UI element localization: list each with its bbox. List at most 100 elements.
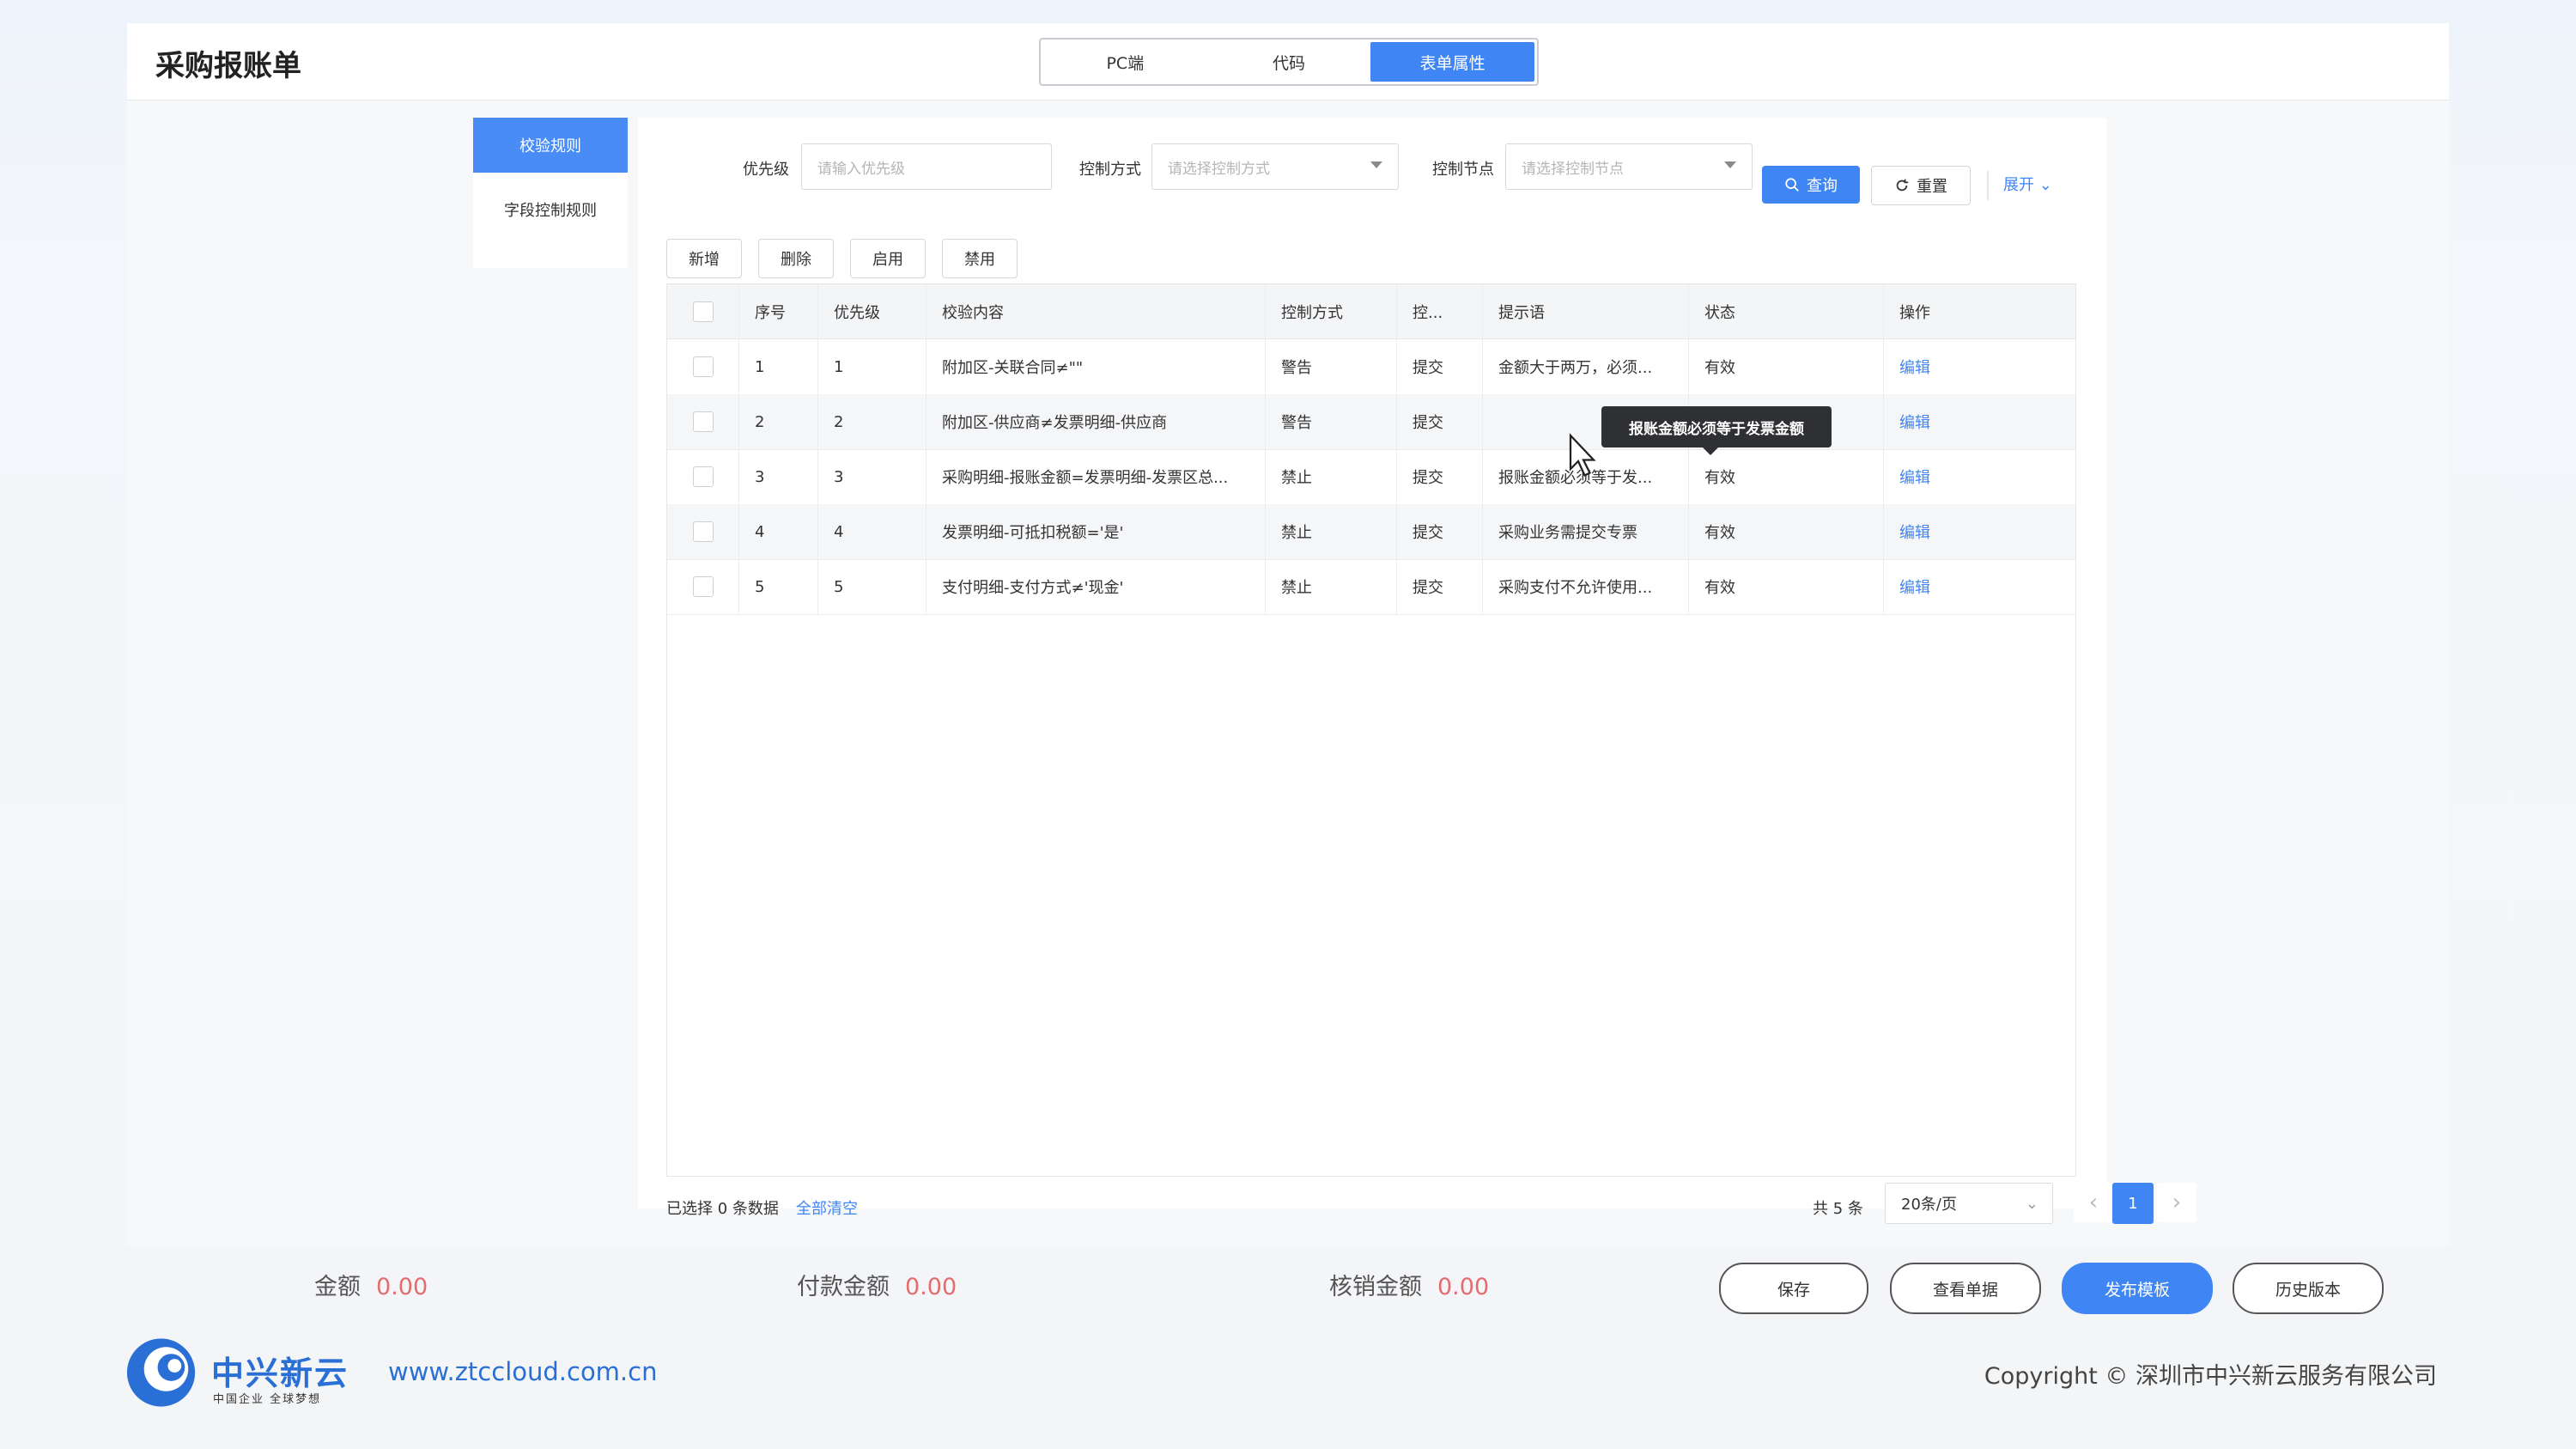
priority-placeholder: 请输入优先级: [817, 160, 905, 178]
page-size-value: 20条/页: [1901, 1196, 1957, 1214]
search-button-label: 查询: [1807, 177, 1838, 195]
publish-template-button[interactable]: 发布模板: [2062, 1263, 2213, 1314]
save-button[interactable]: 保存: [1719, 1263, 1868, 1314]
edit-link[interactable]: 编辑: [1884, 339, 2075, 394]
cell-mode: 禁止: [1266, 559, 1397, 614]
priority-label: 优先级: [743, 161, 789, 179]
history-version-button[interactable]: 历史版本: [2233, 1263, 2384, 1314]
view-document-button[interactable]: 查看单据: [1890, 1263, 2041, 1314]
edit-link[interactable]: 编辑: [1884, 394, 2075, 449]
copyright-text: Copyright © 深圳市中兴新云服务有限公司: [1984, 1363, 2437, 1390]
disable-button[interactable]: 禁用: [942, 239, 1018, 278]
row-select-cell: [667, 339, 739, 394]
cell-content: 发票明细-可抵扣税额='是': [927, 504, 1266, 559]
cell-content: 采购明细-报账金额=发票明细-发票区总...: [927, 449, 1266, 504]
select-all-cell: [667, 284, 739, 339]
reset-button-label: 重置: [1917, 178, 1947, 196]
rules-table: 序号 优先级 校验内容 控制方式 控... 提示语 状态 操作 1 1 附加区-…: [666, 283, 2076, 1177]
column-header-mode: 控制方式: [1266, 284, 1397, 339]
row-checkbox[interactable]: [692, 411, 714, 432]
cell-hint: 采购支付不允许使用...: [1483, 559, 1689, 614]
cell-no: 3: [739, 449, 818, 504]
row-select-cell: [667, 504, 739, 559]
amount-label: 金额: [314, 1274, 361, 1300]
cell-hint: 采购业务需提交专票: [1483, 504, 1689, 559]
expand-toggle[interactable]: 展开 ⌄: [2003, 173, 2052, 195]
total-count: 共 5 条: [1813, 1200, 1863, 1218]
column-header-node: 控...: [1397, 284, 1483, 339]
chevron-down-icon: ⌄: [2025, 1194, 2038, 1213]
edit-link[interactable]: 编辑: [1884, 504, 2075, 559]
clear-all-link[interactable]: 全部清空: [796, 1196, 858, 1219]
control-mode-placeholder: 请选择控制方式: [1168, 160, 1270, 178]
search-button[interactable]: 查询: [1762, 166, 1860, 204]
cell-status: 有效: [1689, 504, 1884, 559]
cell-mode: 警告: [1266, 394, 1397, 449]
select-all-checkbox[interactable]: [692, 301, 714, 322]
page-title: 采购报账单: [155, 49, 301, 83]
cell-no: 5: [739, 559, 818, 614]
cell-no: 2: [739, 394, 818, 449]
table-row: 2 2 附加区-供应商≠发票明细-供应商 警告 提交 有效 编辑: [667, 394, 2075, 450]
sidebar-item-validation-rules[interactable]: 校验规则: [473, 118, 628, 173]
column-header-no: 序号: [739, 284, 818, 339]
row-checkbox[interactable]: [692, 576, 714, 597]
cell-status: 有效: [1689, 339, 1884, 394]
prev-page-button[interactable]: ‹: [2074, 1183, 2113, 1222]
row-checkbox[interactable]: [692, 521, 714, 542]
row-checkbox[interactable]: [692, 356, 714, 377]
row-select-cell: [667, 394, 739, 449]
priority-input[interactable]: 请输入优先级: [801, 143, 1052, 190]
amount-summary: 金额 0.00: [314, 1268, 428, 1301]
column-header-hint: 提示语: [1483, 284, 1689, 339]
cell-status: 有效: [1689, 559, 1884, 614]
tab-code[interactable]: 代码: [1207, 42, 1371, 82]
sidebar-item-field-control-rules[interactable]: 字段控制规则: [473, 182, 628, 237]
brand-name: 中兴新云: [211, 1355, 349, 1392]
table-row: 3 3 采购明细-报账金额=发票明细-发票区总... 禁止 提交 报账金额必须等…: [667, 449, 2075, 505]
enable-button[interactable]: 启用: [850, 239, 926, 278]
writeoff-summary: 核销金额 0.00: [1329, 1268, 1489, 1301]
next-page-button[interactable]: ›: [2157, 1183, 2196, 1222]
row-checkbox[interactable]: [692, 466, 714, 487]
tab-form-properties[interactable]: 表单属性: [1370, 42, 1535, 82]
control-mode-select[interactable]: 请选择控制方式: [1151, 143, 1399, 190]
reset-button[interactable]: 重置: [1871, 166, 1971, 205]
cell-mode: 禁止: [1266, 504, 1397, 559]
writeoff-label: 核销金额: [1329, 1274, 1422, 1300]
cell-node: 提交: [1397, 339, 1483, 394]
tab-pc[interactable]: PC端: [1043, 42, 1207, 82]
caret-down-icon: [1724, 161, 1736, 168]
page-size-select[interactable]: 20条/页 ⌄: [1885, 1183, 2053, 1224]
cell-hint: 金额大于两万，必须...: [1483, 339, 1689, 394]
control-node-label: 控制节点: [1432, 161, 1494, 179]
selected-count: 已选择 0 条数据: [666, 1200, 779, 1218]
row-select-cell: [667, 559, 739, 614]
cell-node: 提交: [1397, 559, 1483, 614]
paid-value: 0.00: [905, 1274, 957, 1300]
row-select-cell: [667, 449, 739, 504]
edit-link[interactable]: 编辑: [1884, 449, 2075, 504]
column-header-priority: 优先级: [818, 284, 927, 339]
add-button[interactable]: 新增: [666, 239, 742, 278]
website-link[interactable]: www.ztccloud.com.cn: [388, 1357, 657, 1386]
rule-type-tabs: 校验规则 字段控制规则: [473, 118, 628, 268]
cell-mode: 禁止: [1266, 449, 1397, 504]
brand-slogan: 中国企业 全球梦想: [213, 1393, 322, 1406]
cell-node: 提交: [1397, 394, 1483, 449]
column-header-status: 状态: [1689, 284, 1884, 339]
table-row: 1 1 附加区-关联合同≠"" 警告 提交 金额大于两万，必须... 有效 编辑: [667, 339, 2075, 395]
divider: [1987, 171, 1989, 200]
refresh-icon: [1896, 179, 1909, 192]
view-segmented-control: PC端 代码 表单属性: [1039, 38, 1539, 86]
page-1-button[interactable]: 1: [2112, 1183, 2154, 1224]
table-header: 序号 优先级 校验内容 控制方式 控... 提示语 状态 操作: [667, 284, 2075, 339]
expand-label: 展开: [2003, 176, 2034, 194]
form-designer-card: 采购报账单 PC端 代码 表单属性 校验规则 字段控制规则 优先级 请输入优先级…: [127, 23, 2449, 1246]
cell-priority: 1: [818, 339, 927, 394]
writeoff-value: 0.00: [1437, 1274, 1490, 1300]
edit-link[interactable]: 编辑: [1884, 559, 2075, 614]
table-row: 5 5 支付明细-支付方式≠'现金' 禁止 提交 采购支付不允许使用... 有效…: [667, 559, 2075, 615]
delete-button[interactable]: 删除: [758, 239, 834, 278]
control-node-select[interactable]: 请选择控制节点: [1505, 143, 1753, 190]
